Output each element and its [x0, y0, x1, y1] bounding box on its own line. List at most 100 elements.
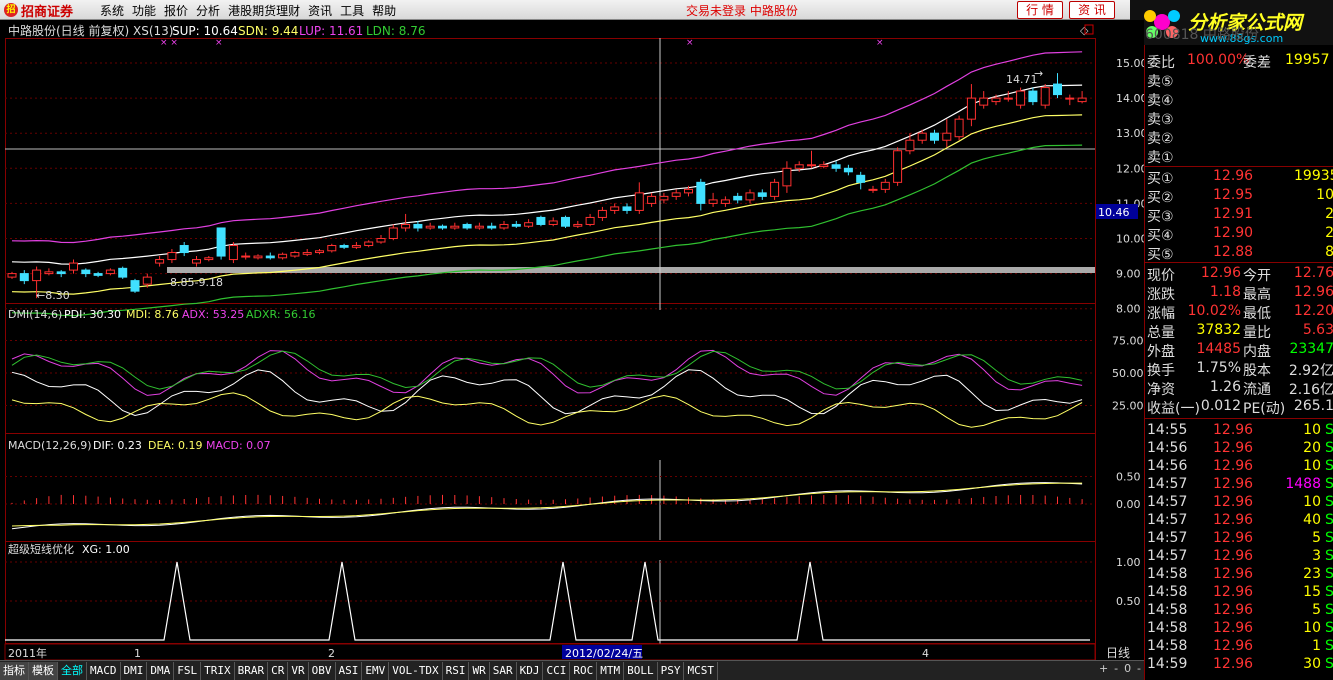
sup-legend: SUP: 10.64 — [172, 24, 238, 38]
quote-cell: 卖⑤ — [1147, 74, 1174, 90]
indicator-tab[interactable]: 全部 — [58, 661, 87, 680]
buy-level-row: 买① 12.96 19935 — [1145, 167, 1333, 187]
candle-body — [142, 276, 152, 285]
indicator-tab[interactable]: MACD — [87, 661, 121, 680]
indicator-tab[interactable]: RSI — [443, 661, 470, 680]
menu-function[interactable]: 功能 — [132, 2, 164, 19]
quote-cell: 2 — [1325, 225, 1333, 241]
candle-body — [204, 257, 214, 261]
svg-text:×: × — [876, 38, 884, 48]
chart-area[interactable]: 中路股份(日线 前复权) XS(13) SUP: 10.64 SDN: 9.44… — [0, 20, 1148, 663]
indicator-tab[interactable]: MCST — [684, 661, 718, 680]
menu-hk-futures[interactable]: 港股期货理财 — [228, 2, 308, 19]
indicator-tab[interactable]: SAR — [490, 661, 517, 680]
candle-body — [487, 225, 497, 229]
quote-panel: 600818 中路股份 委比 100.00% 委差 19957 卖⑤ 卖④ 卖③ 卖② 卖① 买① 1… — [1144, 27, 1333, 680]
indicator-tab[interactable]: CCI — [543, 661, 571, 680]
sell-level-row: 卖② — [1145, 127, 1333, 147]
quote-cell: 5 — [1312, 530, 1321, 546]
tick-trade-row: 14:58 12.96 23 S — [1145, 565, 1333, 584]
indicator-tab[interactable]: OBV — [309, 661, 336, 680]
indicator-tab[interactable]: BRAR — [235, 661, 269, 680]
candle-body — [524, 222, 534, 227]
quote-cell: 12.96 — [1213, 494, 1254, 510]
menu-quote[interactable]: 报价 — [164, 2, 196, 19]
quote-cell: S — [1325, 602, 1333, 618]
menu-tools[interactable]: 工具 — [340, 2, 372, 19]
candle-body — [770, 181, 780, 197]
stat-row: 外盘 14485 内盘 23347 — [1145, 340, 1333, 360]
svg-text:×: × — [686, 38, 694, 48]
zoom-out-icon[interactable]: - — [1114, 662, 1118, 680]
stat-row: 收益(一) 0.012 PE(动) 265.1 — [1145, 397, 1333, 417]
candle-body — [32, 269, 42, 282]
candle-body — [561, 216, 570, 227]
quote-cell: 12.76 — [1293, 265, 1333, 281]
zoom-in-icon[interactable]: + — [1099, 662, 1108, 680]
broker-logo: 招招商证券 — [4, 1, 73, 20]
indicator-tab[interactable]: WR — [469, 661, 490, 680]
quote-cell: 14:57 — [1147, 476, 1188, 492]
pdi-legend: PDI: 30.30 — [64, 308, 121, 321]
candle-body — [942, 132, 952, 141]
quote-cell: PE(动) — [1243, 401, 1286, 417]
axis-month-4: 4 — [922, 647, 929, 660]
range-bar — [167, 267, 1095, 273]
candle-body — [290, 252, 300, 257]
range-annotation: 8.85-9.18 — [170, 276, 223, 289]
login-status[interactable]: 交易未登录 中路股份 — [686, 2, 798, 19]
code-header-row: 600818 中路股份 — [1145, 23, 1333, 43]
period-label[interactable]: 日线 — [1106, 646, 1130, 660]
candle-body — [7, 273, 17, 278]
candle-body — [130, 280, 140, 292]
indicator-tab[interactable]: VOL-TDX — [389, 661, 443, 680]
candle-body — [1003, 97, 1013, 100]
axis-month-1: 1 — [134, 647, 141, 660]
quote-cell: 12.96 — [1213, 548, 1254, 564]
indicator-tab[interactable]: BOLL — [624, 661, 658, 680]
menu-news[interactable]: 资讯 — [308, 2, 340, 19]
menu-help[interactable]: 帮助 — [372, 2, 404, 19]
indicator-tab[interactable]: ROC — [570, 661, 598, 680]
indicator-tab[interactable]: VR — [288, 661, 309, 680]
candle-body — [19, 273, 29, 282]
quote-cell: S — [1325, 530, 1333, 546]
indicator-tab[interactable]: 模板 — [29, 661, 58, 680]
quote-cell: 14:57 — [1147, 530, 1188, 546]
indicator-tab[interactable]: TRIX — [201, 661, 235, 680]
indicator-tab[interactable]: ASI — [336, 661, 363, 680]
menu-analysis[interactable]: 分析 — [196, 2, 228, 19]
cursor-date: 2012/02/24/五 — [565, 647, 643, 660]
indicator-tab[interactable]: 指标 — [0, 661, 29, 680]
chart-svg[interactable]: 中路股份(日线 前复权) XS(13) SUP: 10.64 SDN: 9.44… — [0, 20, 1148, 661]
quote-cell: S — [1325, 638, 1333, 654]
tick-trade-row: 14:58 12.96 15 S — [1145, 583, 1333, 602]
indicator-tab[interactable]: DMA — [147, 661, 175, 680]
svg-text:10.46: 10.46 — [1098, 206, 1130, 219]
indicator-tab[interactable]: MTM — [597, 661, 625, 680]
indicator-tab[interactable]: DMI — [121, 661, 148, 680]
candle-body — [179, 245, 189, 254]
candle-body — [339, 245, 349, 248]
candle-body — [44, 271, 54, 275]
menu-system[interactable]: 系统 — [100, 2, 132, 19]
indicator-tab[interactable]: FSL — [174, 661, 202, 680]
quote-cell: 净资 — [1147, 382, 1175, 398]
close-icon[interactable]: - — [1137, 662, 1141, 680]
indicator-tab[interactable]: CR — [268, 661, 289, 680]
indicator-tab[interactable]: EMV — [362, 661, 390, 680]
tick-trade-row: 14:56 12.96 10 S — [1145, 457, 1333, 476]
quote-cell: 买④ — [1147, 228, 1174, 244]
candle-body — [241, 255, 251, 258]
indicator-tab[interactable]: KDJ — [517, 661, 544, 680]
sell-level-row: 卖④ — [1145, 89, 1333, 109]
quote-button[interactable]: 行 情 — [1017, 1, 1063, 19]
quote-cell: S — [1325, 440, 1333, 456]
sell-level-row: 卖⑤ — [1145, 70, 1333, 90]
quote-cell: 1.18 — [1209, 284, 1241, 300]
stat-row: 总量 37832 量比 5.63 — [1145, 321, 1333, 341]
news-button[interactable]: 资 讯 — [1069, 1, 1115, 19]
zero-icon[interactable]: 0 — [1124, 662, 1131, 680]
indicator-tab[interactable]: PSY — [658, 661, 685, 680]
quote-cell: 12.96 — [1213, 566, 1254, 582]
